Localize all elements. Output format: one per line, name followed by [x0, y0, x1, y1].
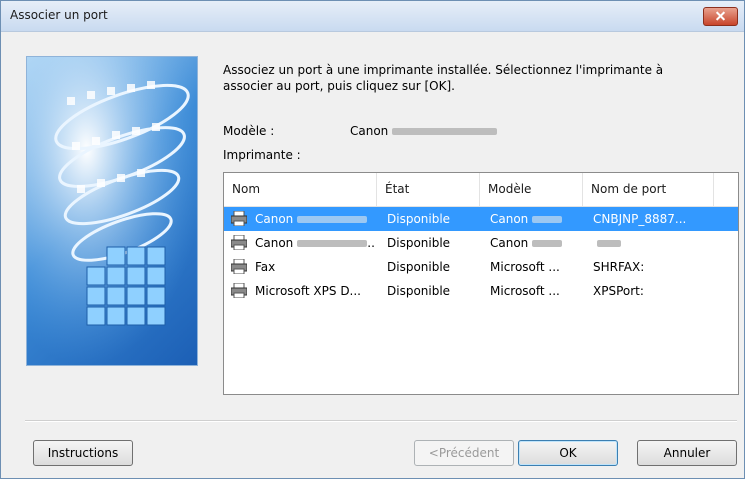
row-model: Canon [490, 207, 580, 231]
separator [25, 420, 737, 422]
redacted-block [297, 240, 368, 247]
model-value-text: Canon [350, 124, 389, 138]
row-model: Microsoft ... [490, 260, 560, 274]
dialog-window: Associer un port Associez un port à une … [0, 0, 745, 479]
table-row[interactable]: Canon Disponible Canon CNBJNP_8887... [224, 207, 738, 231]
row-port [593, 231, 715, 255]
row-port: XPSPort: [593, 284, 644, 298]
row-name: Fax [255, 260, 276, 274]
row-port: CNBJNP_8887... [593, 212, 687, 226]
intro-text: Associez un port à une imprimante instal… [223, 63, 664, 93]
ok-button[interactable]: OK [518, 440, 618, 466]
column-header-state[interactable]: État [377, 173, 480, 206]
row-name: Canon [255, 207, 375, 231]
printer-label: Imprimante : [223, 148, 301, 162]
column-header-model[interactable]: Modèle [480, 173, 583, 206]
cancel-button[interactable]: Annuler [637, 440, 737, 466]
table-row[interactable]: Canon... Disponible Canon [224, 231, 738, 255]
redacted-block [532, 216, 563, 223]
redacted-block [597, 240, 621, 247]
printer-icon [231, 211, 247, 226]
model-label: Modèle : [223, 124, 275, 138]
model-value: Canon [350, 124, 498, 138]
list-header: Nom État Modèle Nom de port [224, 173, 738, 207]
row-name: Canon... [255, 236, 375, 250]
row-port: SHRFAX: [593, 260, 645, 274]
row-model: Microsoft ... [490, 284, 560, 298]
column-header-port[interactable]: Nom de port [583, 173, 714, 206]
redacted-block [532, 240, 563, 247]
close-icon[interactable] [703, 7, 738, 26]
column-header-name[interactable]: Nom [224, 173, 377, 206]
instructions-button[interactable]: Instructions [33, 440, 133, 466]
fax-icon [231, 259, 247, 274]
row-state: Disponible [387, 236, 451, 250]
window-title: Associer un port [10, 8, 108, 22]
previous-button[interactable]: <Précédent [414, 440, 514, 466]
decorative-illustration [26, 56, 198, 366]
row-model: Canon [490, 231, 580, 255]
row-state: Disponible [387, 284, 451, 298]
table-row[interactable]: Fax Disponible Microsoft ... SHRFAX: [224, 255, 738, 279]
printer-list[interactable]: Nom État Modèle Nom de port Canon Dispon… [223, 172, 739, 395]
row-state: Disponible [387, 212, 451, 226]
printer-icon [231, 235, 247, 250]
title-bar: Associer un port [1, 1, 744, 32]
table-row[interactable]: Microsoft XPS D... Disponible Microsoft … [224, 279, 738, 303]
row-state: Disponible [387, 260, 451, 274]
row-name: Microsoft XPS D... [255, 284, 361, 298]
redacted-block [297, 216, 368, 223]
redacted-block [392, 128, 498, 135]
printer-icon [231, 283, 247, 298]
